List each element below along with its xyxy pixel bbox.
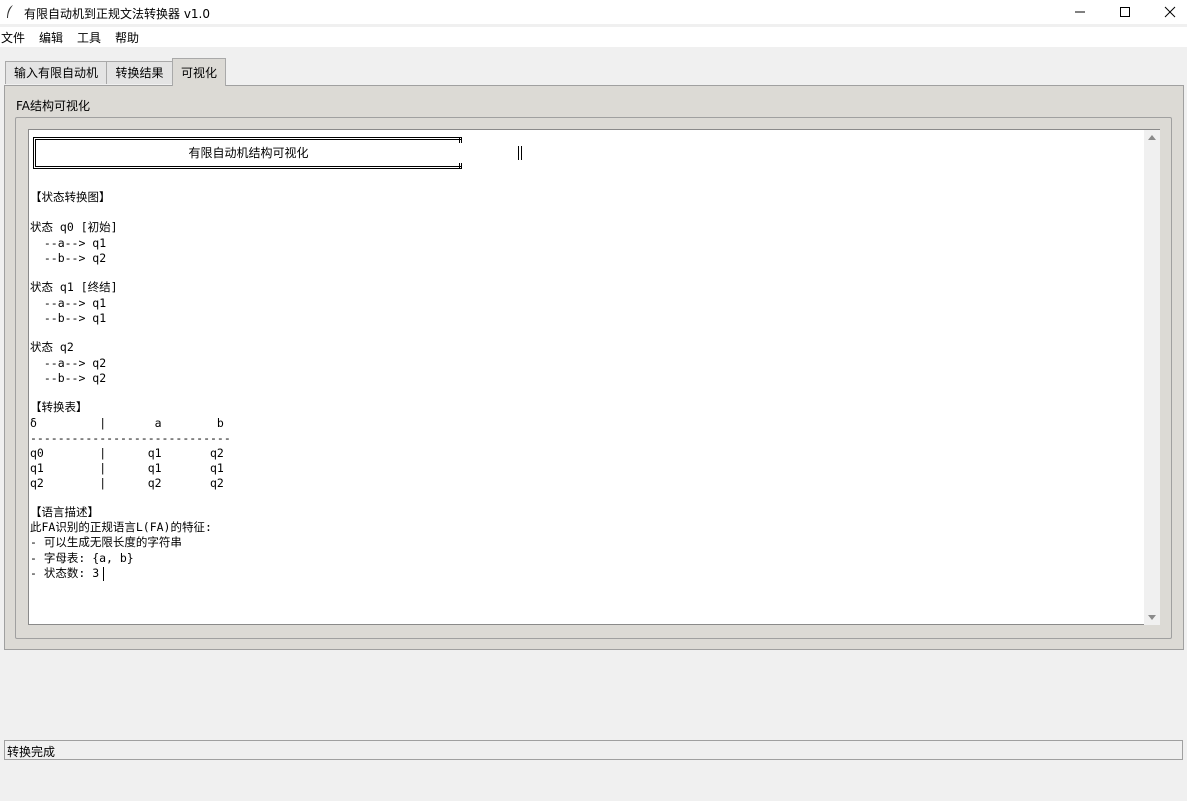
menu-help[interactable]: 帮助 [115,29,139,46]
text-caret [103,567,104,581]
vertical-scrollbar[interactable] [1144,130,1160,625]
table-row: q1 | q1 q1 [30,461,224,475]
state-transition: --b--> q2 [30,371,107,385]
title-bar: 有限自动机到正规文法转换器 v1.0 [0,0,1187,24]
arrow-down-icon [1148,615,1156,620]
close-button[interactable] [1147,0,1187,24]
menu-tools[interactable]: 工具 [77,29,101,46]
menu-file[interactable]: 文件 [1,29,25,46]
double-bar-mark [518,146,522,160]
visualization-textarea[interactable] [28,129,1160,625]
state-label: 状态 q1 [终结] [30,280,118,294]
tab-input-fa[interactable]: 输入有限自动机 [5,61,107,84]
language-line: - 可以生成无限长度的字符串 [30,535,182,549]
minimize-icon [1075,11,1085,13]
table-header: δ | a b [30,416,224,430]
state-transition: --b--> q2 [30,251,107,265]
language-line: - 字母表: {a, b} [30,551,134,565]
maximize-button[interactable] [1102,0,1148,24]
table-row: q2 | q2 q2 [30,476,224,490]
status-text: 转换完成 [7,745,56,759]
maximize-icon [1120,7,1130,17]
scroll-up-button[interactable] [1144,130,1160,146]
state-transition: --b--> q1 [30,311,107,325]
scroll-down-button[interactable] [1144,609,1160,625]
state-transition: --a--> q1 [30,236,107,250]
state-transition: --a--> q2 [30,356,107,370]
group-label: FA结构可视化 [16,99,91,113]
state-label: 状态 q2 [30,340,74,354]
language-line: 此FA识别的正规语言L(FA)的特征: [30,520,212,534]
state-label: 状态 q0 [初始] [30,220,118,234]
tab-visualize[interactable]: 可视化 [172,58,226,86]
tab-convert-result[interactable]: 转换结果 [106,61,173,84]
close-icon [1164,6,1176,18]
table-heading: 【转换表】 [30,400,88,414]
table-row: q0 | q1 q2 [30,446,224,460]
minimize-button[interactable] [1057,0,1103,24]
language-heading: 【语言描述】 [30,505,99,519]
language-line: - 状态数: 3 [30,566,100,580]
arrow-up-icon [1148,135,1156,140]
table-separator: ----------------------------- [30,431,231,445]
feather-icon [7,5,13,18]
diagram-heading: 【状态转换图】 [30,190,111,204]
state-transition: --a--> q1 [30,296,107,310]
menu-edit[interactable]: 编辑 [39,29,63,46]
menu-bar: 文件 编辑 工具 帮助 [0,27,1187,47]
visualization-header: 有限自动机结构可视化 [33,137,461,169]
header-border-right [459,137,462,169]
window-title: 有限自动机到正规文法转换器 v1.0 [24,7,211,21]
status-bar: 转换完成 [4,740,1183,760]
